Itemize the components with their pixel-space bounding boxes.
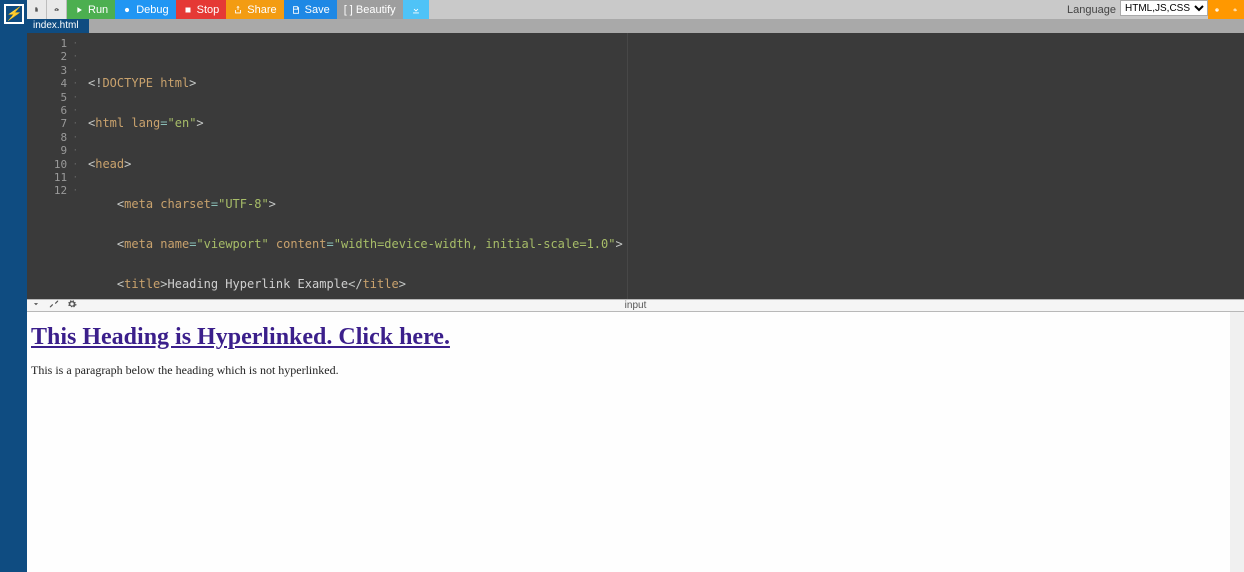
stop-button[interactable]: Stop (176, 0, 227, 19)
chevron-down-icon[interactable] (31, 299, 41, 312)
play-icon (74, 5, 84, 15)
output-panel: This Heading is Hyperlinked. Click here.… (27, 312, 1244, 572)
bug-icon (122, 5, 132, 15)
file-tab[interactable]: index.html (27, 19, 89, 33)
save-button[interactable]: Save (284, 0, 337, 19)
line-number: 5 (27, 91, 78, 104)
output-heading: This Heading is Hyperlinked. Click here. (31, 324, 1240, 351)
toolbar: Run Debug Stop Share Save [ ] Beautify L… (27, 0, 1244, 19)
new-file-button[interactable] (27, 0, 47, 19)
expand-icon[interactable] (49, 299, 59, 312)
settings-button[interactable] (1226, 0, 1244, 19)
stop-icon (183, 5, 193, 15)
debug-label: Debug (136, 4, 168, 16)
output-heading-link[interactable]: This Heading is Hyperlinked. Click here. (31, 324, 450, 350)
line-number: 10 (27, 158, 78, 171)
file-icon (34, 4, 39, 15)
debug-button[interactable]: Debug (115, 0, 175, 19)
save-icon (291, 5, 301, 15)
line-number: 3 (27, 64, 78, 77)
share-icon (233, 5, 243, 15)
beautify-label: [ ] Beautify (344, 4, 396, 16)
line-gutter: 1 2 3 4 5 6 7 8 9 10 11 12 (27, 33, 84, 299)
gear-small-icon[interactable] (67, 299, 77, 312)
beautify-button[interactable]: [ ] Beautify (337, 0, 403, 19)
gear-icon (1233, 5, 1237, 15)
code-editor[interactable]: 1 2 3 4 5 6 7 8 9 10 11 12 <!DOCTYPE htm… (27, 33, 1244, 299)
question-icon: ? (1215, 5, 1219, 15)
code-area[interactable]: <!DOCTYPE html> <html lang="en"> <head> … (84, 33, 1244, 299)
line-number: 7 (27, 117, 78, 130)
language-label: Language (1067, 0, 1120, 19)
download-icon (411, 5, 421, 15)
language-select[interactable]: HTML,JS,CSS (1120, 0, 1208, 16)
share-label: Share (247, 4, 276, 16)
run-label: Run (88, 4, 108, 16)
cloud-upload-icon (54, 4, 59, 15)
output-scrollbar[interactable] (1230, 312, 1244, 572)
tab-bar: index.html (27, 19, 1244, 33)
save-label: Save (305, 4, 330, 16)
run-button[interactable]: Run (67, 0, 115, 19)
main-column: Run Debug Stop Share Save [ ] Beautify L… (27, 0, 1244, 572)
line-number: 4 (27, 77, 78, 90)
stop-label: Stop (197, 4, 220, 16)
toolbar-spacer (429, 0, 1067, 19)
share-button[interactable]: Share (226, 0, 283, 19)
panel-divider[interactable]: input (27, 299, 1244, 312)
help-button[interactable]: ? (1208, 0, 1226, 19)
line-number: 2 (27, 50, 78, 63)
line-number: 1 (27, 37, 78, 50)
input-tab-label[interactable]: input (625, 300, 647, 311)
line-number: 6 (27, 104, 78, 117)
left-rail: ⚡ (0, 0, 27, 572)
line-number: 11 (27, 171, 78, 184)
line-number: 12 (27, 184, 78, 197)
line-number: 8 (27, 131, 78, 144)
upload-button[interactable] (47, 0, 67, 19)
logo-icon[interactable]: ⚡ (4, 4, 24, 24)
line-number: 9 (27, 144, 78, 157)
download-button[interactable] (403, 0, 429, 19)
output-paragraph: This is a paragraph below the heading wh… (31, 363, 1240, 378)
